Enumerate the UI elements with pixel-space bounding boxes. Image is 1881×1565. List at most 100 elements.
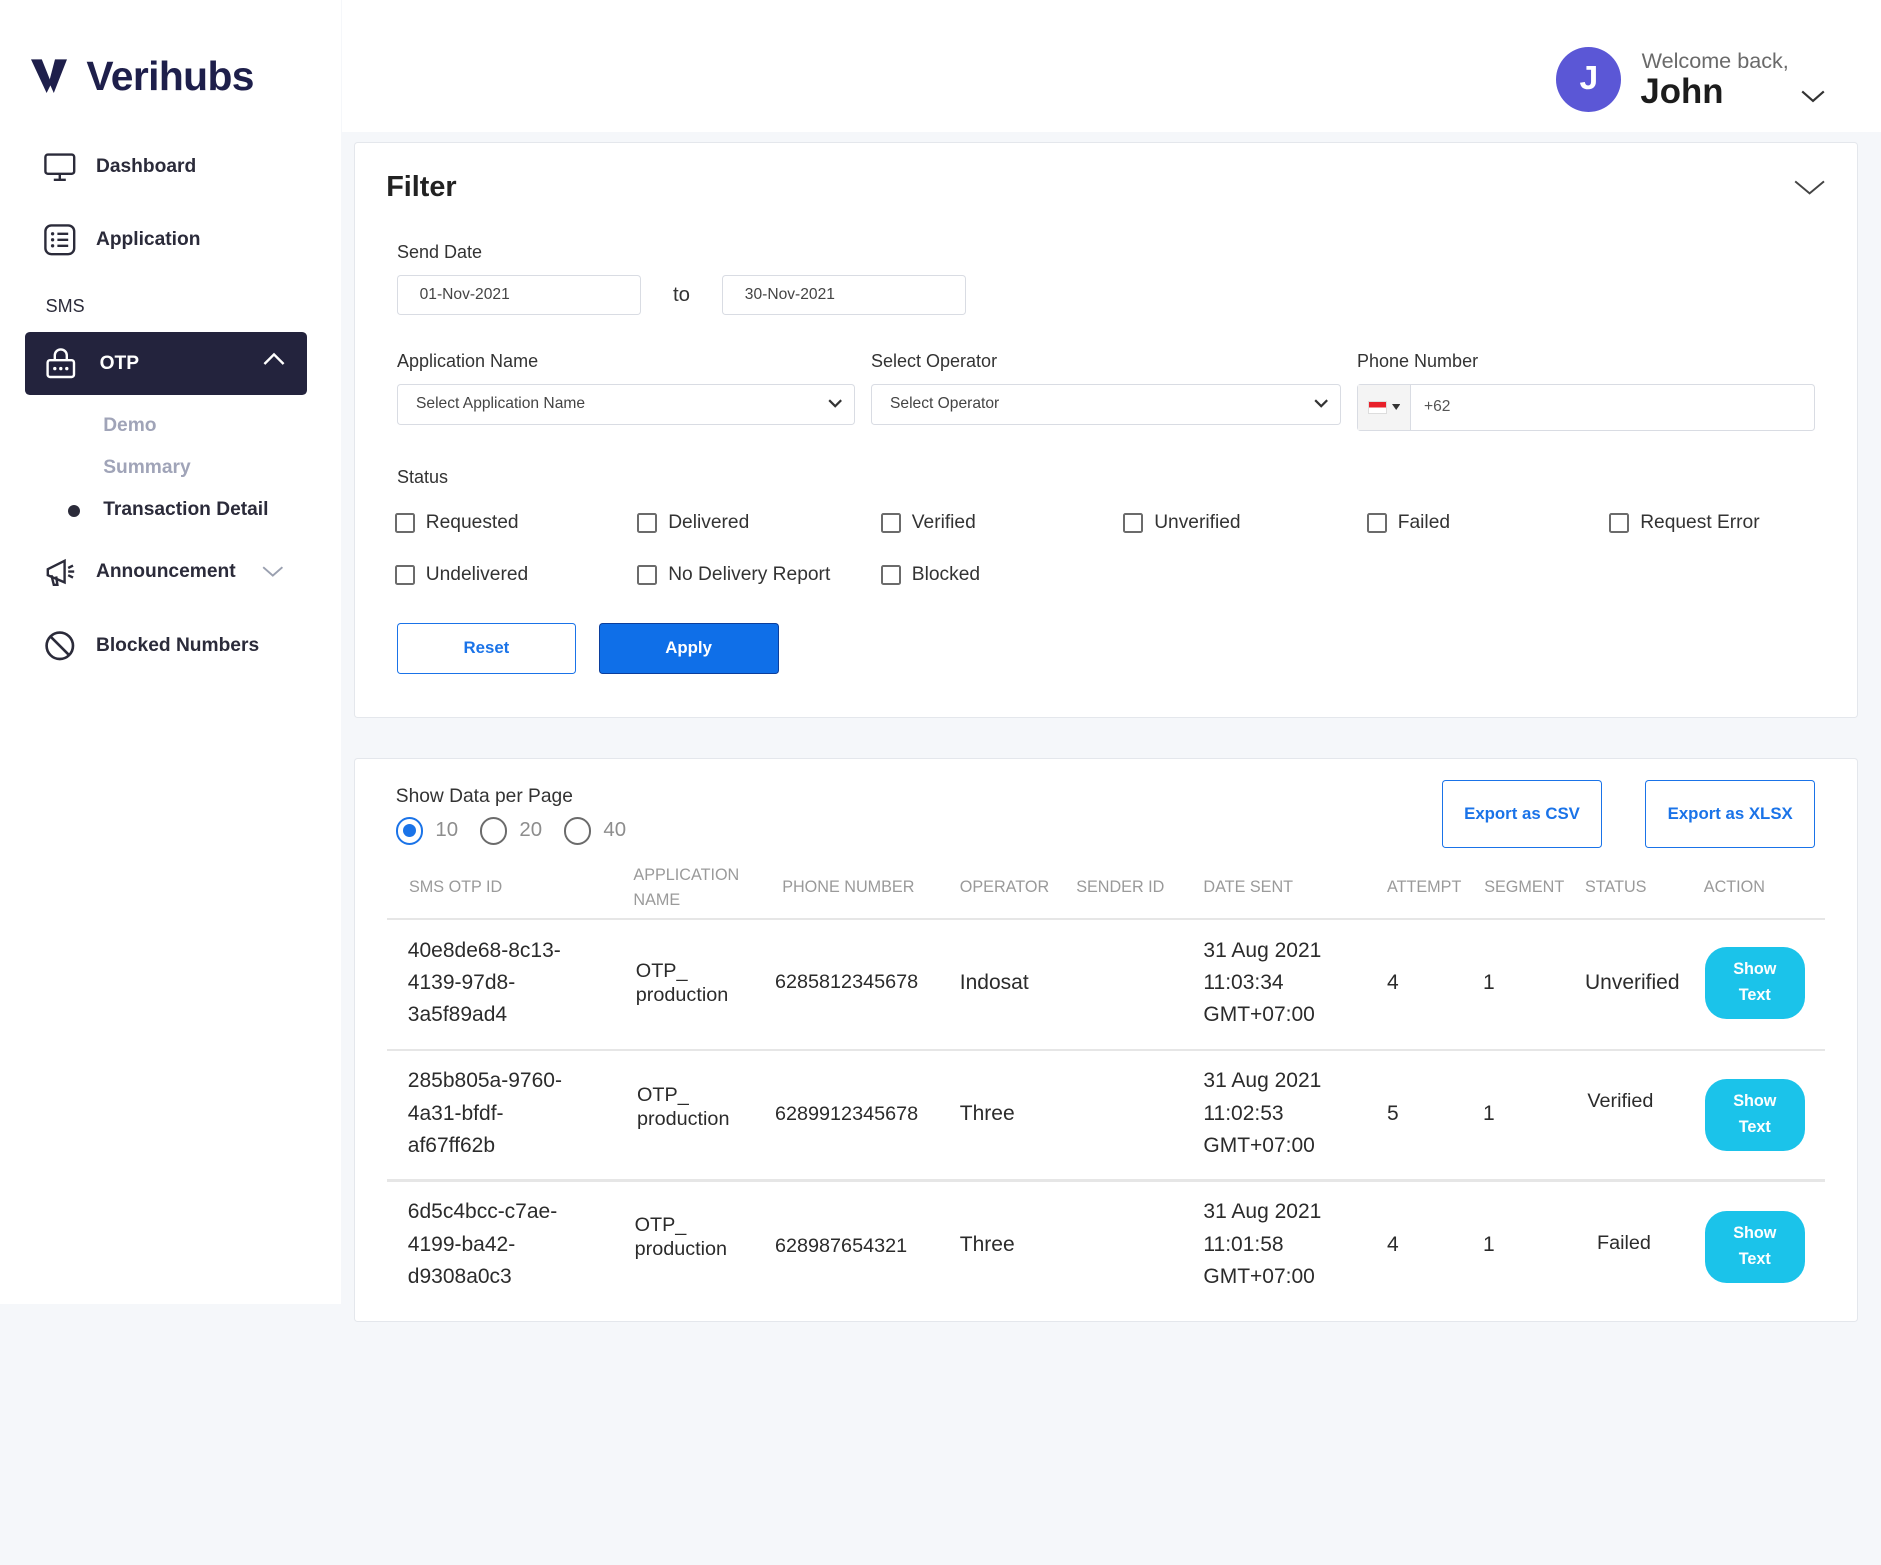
date-to-input[interactable]: 30-Nov-2021 xyxy=(722,274,966,316)
radio-label: 10 xyxy=(435,819,459,842)
status-checkbox-verified[interactable]: Verified xyxy=(880,512,976,534)
button-line: Text xyxy=(1738,985,1771,1004)
operator-select[interactable]: Select Operator xyxy=(871,383,1342,425)
sidebar-subitem-transaction-detail[interactable]: Transaction Detail xyxy=(103,499,268,521)
cell-operator: Three xyxy=(959,1101,1015,1125)
status-checkbox-delivered[interactable]: Delivered xyxy=(637,512,749,534)
sidebar-item-label: Dashboard xyxy=(95,155,197,177)
date-line: 11:01:58 xyxy=(1203,1232,1284,1256)
per-page-radio-10[interactable]: 10 xyxy=(395,816,459,845)
filter-collapse-chevron-down-icon[interactable] xyxy=(1794,179,1825,196)
cell-date-sent: 31 Aug 2021 11:02:53 GMT+07:00 xyxy=(1203,1065,1321,1162)
application-name-label: Application Name xyxy=(397,351,539,372)
status-checkbox-blocked[interactable]: Blocked xyxy=(880,563,981,586)
column-header-sms-otp-id: SMS OTP ID xyxy=(409,877,503,896)
status-checkbox-unverified[interactable]: Unverified xyxy=(1123,512,1241,534)
column-header-sender-id: SENDER ID xyxy=(1076,877,1165,896)
export-xlsx-button[interactable]: Export as XLSX xyxy=(1645,779,1816,849)
export-csv-button[interactable]: Export as CSV xyxy=(1442,779,1602,849)
column-header-status: STATUS xyxy=(1585,877,1647,896)
radio-label: 20 xyxy=(519,819,543,842)
verihubs-logo-icon xyxy=(31,59,68,94)
column-header-segment: SEGMENT xyxy=(1484,877,1565,896)
cell-phone-number: 6289912345678 xyxy=(775,1102,919,1125)
id-line: af67ff62b xyxy=(407,1134,495,1158)
chevron-down-icon xyxy=(262,566,284,578)
checkbox-label: Blocked xyxy=(911,563,981,585)
blocked-icon xyxy=(43,629,77,663)
cell-segment: 1 xyxy=(1483,970,1495,994)
cell-status: Failed xyxy=(1597,1232,1651,1255)
radio-label: 40 xyxy=(603,819,627,842)
filter-title: Filter xyxy=(386,171,457,204)
sidebar-subitem-demo[interactable]: Demo xyxy=(103,415,156,437)
show-text-button[interactable]: Show Text xyxy=(1705,1078,1805,1151)
row-divider xyxy=(387,1048,1825,1051)
top-header: J Welcome back, John xyxy=(342,0,1881,132)
radio-ring xyxy=(563,816,592,845)
column-header-application-name: APPLICATION NAME xyxy=(633,863,739,913)
welcome-text: Welcome back, xyxy=(1641,48,1789,73)
sidebar-subitem-summary[interactable]: Summary xyxy=(103,457,190,479)
checkbox-label: No Delivery Report xyxy=(668,563,831,585)
user-menu-chevron-down-icon[interactable] xyxy=(1801,89,1825,103)
date-line: 31 Aug 2021 xyxy=(1203,1069,1322,1093)
sidebar-item-label: Application xyxy=(95,228,201,250)
per-page-radio-40[interactable]: 40 xyxy=(563,816,627,845)
monitor-icon xyxy=(43,150,77,184)
sidebar-item-blocked-numbers[interactable]: Blocked Numbers xyxy=(43,629,259,663)
checkbox-label: Unverified xyxy=(1154,512,1241,534)
date-line: GMT+07:00 xyxy=(1203,1003,1315,1027)
sidebar-item-label: Announcement xyxy=(95,561,236,583)
cell-application-name: OTP_ production xyxy=(637,1083,729,1131)
cell-operator: Indosat xyxy=(959,970,1029,994)
app-line: production xyxy=(637,1108,730,1131)
cell-date-sent: 31 Aug 2021 11:01:58 GMT+07:00 xyxy=(1203,1196,1321,1293)
button-line: Show xyxy=(1733,1092,1777,1111)
country-code-dropdown[interactable] xyxy=(1358,384,1411,430)
brand-logo[interactable]: Verihubs xyxy=(31,53,254,100)
megaphone-icon xyxy=(43,556,77,590)
id-line: 3a5f89ad4 xyxy=(407,1003,508,1027)
column-header-phone-number: PHONE NUMBER xyxy=(782,877,915,896)
per-page-radio-20[interactable]: 20 xyxy=(479,816,543,845)
app-line: OTP_ xyxy=(635,959,688,982)
date-from-input[interactable]: 01-Nov-2021 xyxy=(397,274,641,316)
user-avatar[interactable]: J xyxy=(1556,46,1622,112)
reset-button[interactable]: Reset xyxy=(397,622,576,675)
checkbox-box xyxy=(1123,512,1144,534)
chevron-down-icon xyxy=(1314,399,1328,408)
select-value: Select Operator xyxy=(890,395,1000,413)
application-name-select[interactable]: Select Application Name xyxy=(397,383,856,425)
checkbox-label: Failed xyxy=(1397,512,1451,534)
status-checkbox-failed[interactable]: Failed xyxy=(1366,512,1451,534)
status-checkbox-request-error[interactable]: Request Error xyxy=(1609,512,1760,534)
radio-ring xyxy=(479,816,508,845)
send-date-label: Send Date xyxy=(397,242,483,263)
show-text-button[interactable]: Show Text xyxy=(1705,946,1805,1019)
sidebar-item-dashboard[interactable]: Dashboard xyxy=(43,150,196,184)
status-checkbox-undelivered[interactable]: Undelivered xyxy=(394,564,528,586)
cell-sms-otp-id: 285b805a-9760- 4a31-bfdf- af67ff62b xyxy=(408,1065,562,1162)
status-checkbox-no-delivery-report[interactable]: No Delivery Report xyxy=(637,564,830,586)
header-divider xyxy=(387,917,1825,921)
sidebar-item-announcement[interactable]: Announcement xyxy=(43,556,284,590)
id-line: 4199-ba42- xyxy=(407,1232,516,1256)
id-line: 40e8de68-8c13- xyxy=(407,938,561,962)
active-dot-icon xyxy=(68,505,81,518)
sidebar-item-otp[interactable]: OTP xyxy=(25,332,308,395)
chevron-up-icon xyxy=(263,352,285,365)
button-line: Text xyxy=(1738,1117,1771,1136)
transactions-panel: Show Data per Page 10 20 40 Export as CS… xyxy=(354,758,1858,1323)
status-checkbox-requested[interactable]: Requested xyxy=(394,512,519,534)
app-line: production xyxy=(635,983,729,1006)
sidebar-item-application[interactable]: Application xyxy=(43,223,200,257)
checkbox-box xyxy=(394,512,415,534)
checkbox-box xyxy=(1366,512,1387,534)
phone-number-input[interactable]: +62 xyxy=(1411,385,1450,430)
show-text-button[interactable]: Show Text xyxy=(1705,1210,1805,1283)
button-line: Show xyxy=(1733,1224,1777,1243)
date-line: 31 Aug 2021 xyxy=(1203,1200,1322,1224)
sidebar-item-label: Blocked Numbers xyxy=(95,634,260,656)
apply-button[interactable]: Apply xyxy=(598,622,779,675)
